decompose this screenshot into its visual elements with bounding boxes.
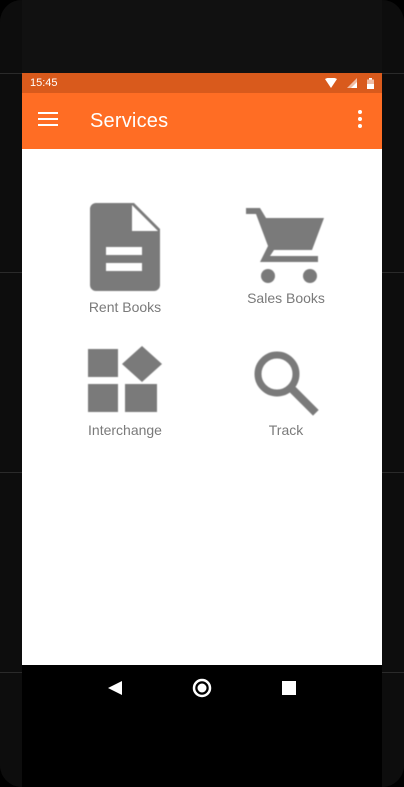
service-label: Interchange xyxy=(88,422,162,438)
document-icon xyxy=(88,201,162,293)
shopping-cart-icon xyxy=(246,204,326,284)
service-label: Sales Books xyxy=(247,290,325,306)
recents-button[interactable] xyxy=(269,670,309,710)
frame-left-edge xyxy=(0,0,22,787)
signal-icon xyxy=(347,78,357,88)
battery-icon xyxy=(367,77,374,89)
widgets-icon xyxy=(85,346,165,416)
frame-right-edge xyxy=(382,0,404,787)
service-tile-sales-books[interactable]: Sales Books xyxy=(226,204,346,306)
back-triangle-icon xyxy=(107,680,123,701)
search-icon xyxy=(251,348,321,416)
recents-square-icon xyxy=(281,680,296,700)
status-time: 15:45 xyxy=(30,77,58,89)
menu-button[interactable] xyxy=(22,93,74,149)
hamburger-menu-icon xyxy=(38,111,58,132)
service-tile-interchange[interactable]: Interchange xyxy=(65,346,185,438)
home-button[interactable] xyxy=(182,670,222,710)
app-bar: Services xyxy=(22,93,382,149)
service-label: Track xyxy=(268,422,304,438)
wifi-icon xyxy=(325,78,337,88)
page-title: Services xyxy=(90,109,169,132)
services-content: Rent Books Sales Books Interchange Track xyxy=(22,149,382,665)
service-tile-track[interactable]: Track xyxy=(226,348,346,438)
device-screen: 15:45 Services Rent Books Sales Books In… xyxy=(22,73,382,787)
back-button[interactable] xyxy=(95,670,135,710)
phone-frame: 15:45 Services Rent Books Sales Books In… xyxy=(0,0,404,787)
service-tile-rent-books[interactable]: Rent Books xyxy=(65,201,185,315)
more-vertical-icon xyxy=(358,109,362,133)
service-label: Rent Books xyxy=(88,299,162,315)
system-nav-bar xyxy=(22,665,382,715)
home-circle-icon xyxy=(192,678,212,703)
status-bar: 15:45 xyxy=(22,73,382,93)
overflow-menu-button[interactable] xyxy=(338,93,382,149)
